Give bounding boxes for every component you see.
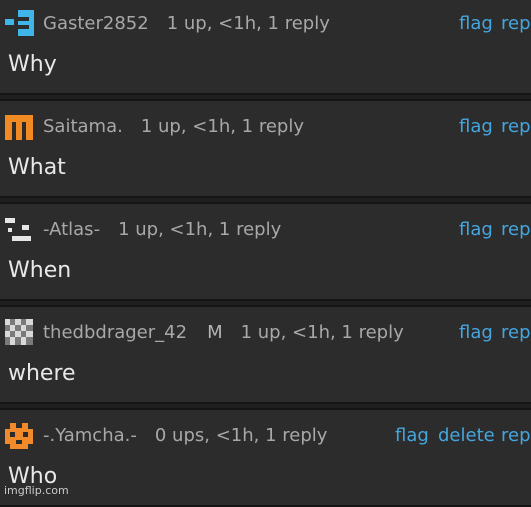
- comment-text: When: [8, 258, 72, 283]
- flag-link[interactable]: flag: [395, 422, 429, 450]
- flag-link[interactable]: flag: [459, 113, 493, 141]
- flag-link[interactable]: flag: [459, 216, 493, 244]
- comment: -Atlas- 1 up, <1h, 1 reply flag rep When: [0, 202, 531, 301]
- reply-link[interactable]: rep: [501, 319, 531, 347]
- comment: thedbdrager_42 M 1 up, <1h, 1 reply flag r…: [0, 305, 531, 404]
- comment: Gaster2852 1 up, <1h, 1 reply flag rep Wh…: [0, 0, 531, 95]
- comment-text: where: [8, 361, 76, 386]
- reply-link[interactable]: rep: [501, 10, 531, 38]
- imgflip-watermark: imgflip.com: [4, 484, 69, 497]
- reply-link[interactable]: rep: [501, 422, 531, 450]
- comment: -.Yamcha.- 0 ups, <1h, 1 reply flag delet…: [0, 408, 531, 507]
- comment-text: What: [8, 155, 66, 180]
- reply-link[interactable]: rep: [501, 216, 531, 244]
- flag-link[interactable]: flag: [459, 10, 493, 38]
- flag-link[interactable]: flag: [459, 319, 493, 347]
- comment-feed: Gaster2852 1 up, <1h, 1 reply flag rep Wh…: [0, 0, 531, 507]
- comment: Saitama. 1 up, <1h, 1 reply flag rep What: [0, 99, 531, 198]
- comment-text: Why: [8, 52, 57, 77]
- delete-link[interactable]: delete: [438, 422, 495, 450]
- reply-link[interactable]: rep: [501, 113, 531, 141]
